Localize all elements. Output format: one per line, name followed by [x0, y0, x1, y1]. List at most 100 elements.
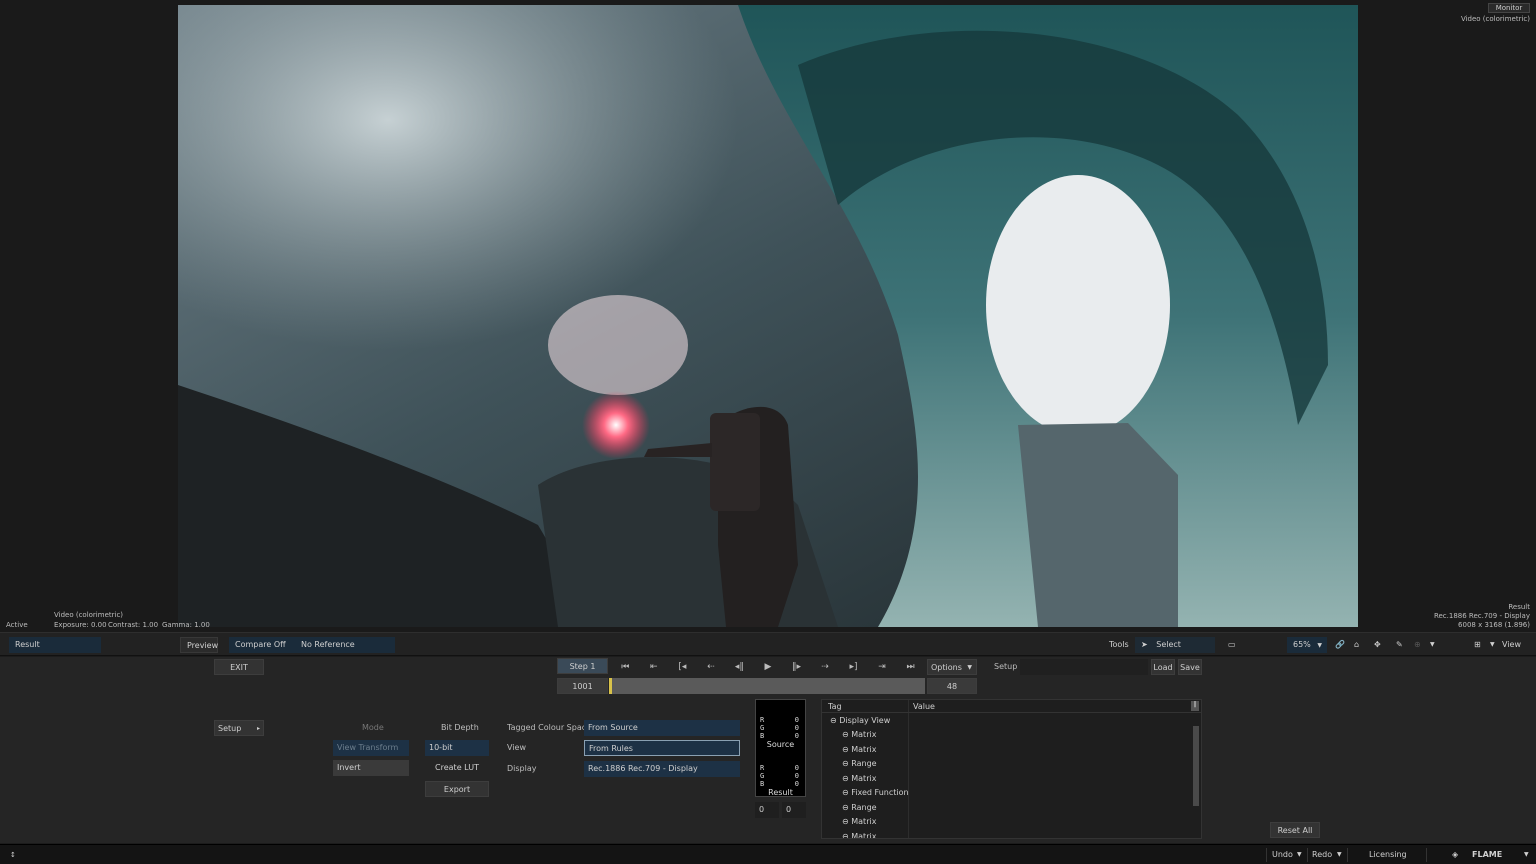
pause-icon[interactable]: ‖: [1191, 701, 1199, 711]
playhead-marker[interactable]: [609, 678, 612, 694]
tree-header: Tag Value ‖: [822, 700, 1201, 713]
tree-item[interactable]: ⊖ Range: [842, 803, 877, 812]
zoom-selector[interactable]: 65% ▼: [1287, 637, 1327, 653]
prev-in-icon[interactable]: [◂: [672, 662, 692, 672]
collapse-icon: ⊖: [830, 716, 837, 725]
next-key-icon[interactable]: ⇥: [872, 662, 892, 672]
tree-item[interactable]: ⊖ Matrix: [842, 730, 876, 739]
display-selector[interactable]: Rec.1886 Rec.709 - Display: [584, 761, 740, 777]
export-button[interactable]: Export: [425, 781, 489, 797]
setup-menu-label: Setup: [218, 724, 242, 733]
expand-icon[interactable]: ↕: [10, 848, 16, 862]
gamma-label: Gamma: 1.00: [162, 621, 210, 629]
undo-button[interactable]: Undo: [1272, 848, 1293, 862]
select-tool[interactable]: ➤ Select: [1135, 637, 1215, 653]
create-lut-button[interactable]: Create LUT: [425, 760, 489, 776]
options-menu[interactable]: Options ▼: [927, 659, 977, 675]
frame-icon[interactable]: ▭: [1222, 637, 1242, 653]
prev-mark-icon[interactable]: ⇠: [701, 662, 721, 672]
viewer: Monitor Video (colorimetric) Active Vide…: [0, 0, 1536, 632]
tree-item[interactable]: ⊖ Range: [842, 759, 877, 768]
top-right-mode: Video (colorimetric): [1460, 15, 1530, 23]
result-title: Result: [768, 788, 793, 797]
viewer-image[interactable]: [178, 5, 1358, 627]
setup-name-field[interactable]: [1020, 659, 1148, 675]
source-title: Source: [766, 740, 795, 749]
tree-item[interactable]: ⊖ Matrix: [842, 774, 876, 783]
monitor-button[interactable]: Monitor: [1488, 3, 1530, 13]
play-icon[interactable]: ▶: [758, 662, 778, 672]
status-bar: ↕ Undo ▼ Redo ▼ Licensing ◈ FLAME ▼: [0, 844, 1536, 864]
tree-item-label: Range: [851, 759, 877, 768]
chevron-down-icon[interactable]: ▼: [1337, 848, 1342, 862]
next-out-icon[interactable]: ▸]: [844, 662, 864, 672]
exit-button[interactable]: EXIT: [214, 659, 264, 675]
preview-button[interactable]: Preview: [180, 637, 218, 653]
view-transform-button[interactable]: View Transform: [333, 740, 409, 756]
timeline-scrubber[interactable]: [611, 678, 925, 694]
chevron-down-icon: ▼: [967, 664, 972, 671]
app-name: FLAME: [1472, 850, 1503, 859]
view-label: View: [507, 743, 526, 752]
collapse-icon: ⊖: [842, 802, 852, 812]
chevron-right-icon: ▸: [256, 725, 260, 732]
zoom-value: 65%: [1293, 640, 1311, 649]
move-icon[interactable]: ✥: [1368, 637, 1387, 653]
options-label: Options: [931, 663, 962, 672]
view-menu[interactable]: View: [1496, 637, 1527, 653]
view-selector[interactable]: From Rules: [584, 740, 740, 756]
chevron-down-icon[interactable]: ▼: [1424, 637, 1441, 653]
tree-item[interactable]: ⊖ Matrix: [842, 745, 876, 754]
step-forward-icon[interactable]: ‖▸: [786, 662, 806, 672]
tree-item[interactable]: ⊖ Matrix: [842, 831, 876, 839]
collapse-icon: ⊖: [842, 788, 852, 797]
goto-end-icon[interactable]: ⏭: [901, 662, 921, 672]
compare-selector[interactable]: Compare Off: [229, 637, 295, 653]
tree-item[interactable]: ⊖ Fixed Function: [842, 788, 909, 797]
step-selector[interactable]: Step 1: [557, 658, 608, 674]
eyedropper-icon[interactable]: ✎: [1390, 637, 1409, 653]
end-frame-field[interactable]: 48: [927, 678, 977, 694]
transform-tree: Tag Value ‖ ⊖ Display View ⊖ Matrix ⊖ Mat…: [821, 699, 1202, 839]
bit-depth-selector[interactable]: 10-bit: [425, 740, 489, 756]
tree-item[interactable]: ⊖ Matrix: [842, 817, 876, 826]
value-column-header[interactable]: Value: [913, 702, 935, 711]
setup-menu[interactable]: Setup ▸: [214, 720, 264, 736]
chevron-down-icon: ▼: [1317, 642, 1322, 649]
redo-button[interactable]: Redo: [1312, 848, 1332, 862]
home-icon[interactable]: ⌂: [1348, 637, 1365, 653]
flame-logo-icon: ◈: [1452, 850, 1459, 859]
collapse-icon: ⊖: [842, 831, 852, 839]
source-rgb-values: 0 0 0: [795, 716, 799, 740]
invert-button[interactable]: Invert: [333, 760, 409, 776]
coord-y-field[interactable]: 0: [782, 802, 806, 818]
chevron-down-icon[interactable]: ▼: [1524, 848, 1529, 862]
view-mode-label: Video (colorimetric): [54, 611, 124, 619]
licensing-button[interactable]: Licensing: [1369, 848, 1407, 862]
result-b-value: 0: [794, 780, 799, 788]
result-selector[interactable]: Result: [9, 637, 101, 653]
step-back-icon[interactable]: ◂‖: [729, 662, 749, 672]
goto-start-icon[interactable]: ⏮: [615, 662, 635, 672]
prev-key-icon[interactable]: ⇤: [644, 662, 664, 672]
load-button[interactable]: Load: [1151, 659, 1175, 675]
tag-column-header[interactable]: Tag: [828, 702, 842, 711]
reference-selector[interactable]: No Reference: [295, 637, 395, 653]
start-frame-field[interactable]: 1001: [557, 678, 608, 694]
rgb-readout: RGB 0 0 0 Source RGB 0 0 0 Result: [755, 699, 806, 797]
save-button[interactable]: Save: [1178, 659, 1202, 675]
tools-label: Tools: [1109, 640, 1129, 649]
display-overlay-label: Rec.1886 Rec.709 - Display: [1433, 612, 1530, 620]
chevron-down-icon[interactable]: ▼: [1297, 848, 1302, 862]
next-mark-icon[interactable]: ⇢: [815, 662, 835, 672]
tree-scrollbar[interactable]: [1193, 726, 1199, 806]
reset-all-button[interactable]: Reset All: [1270, 822, 1320, 838]
source-b-value: 0: [794, 732, 799, 740]
coord-x-field[interactable]: 0: [755, 802, 779, 818]
cursor-icon: ➤: [1141, 640, 1148, 649]
tagged-colour-space-label: Tagged Colour Space: [507, 723, 592, 732]
tree-item-label: Matrix: [851, 744, 877, 754]
tree-root-item[interactable]: ⊖ Display View: [830, 716, 890, 725]
tagged-colour-space-selector[interactable]: From Source: [584, 720, 740, 736]
result-rgb-letters: RGB: [760, 764, 765, 788]
